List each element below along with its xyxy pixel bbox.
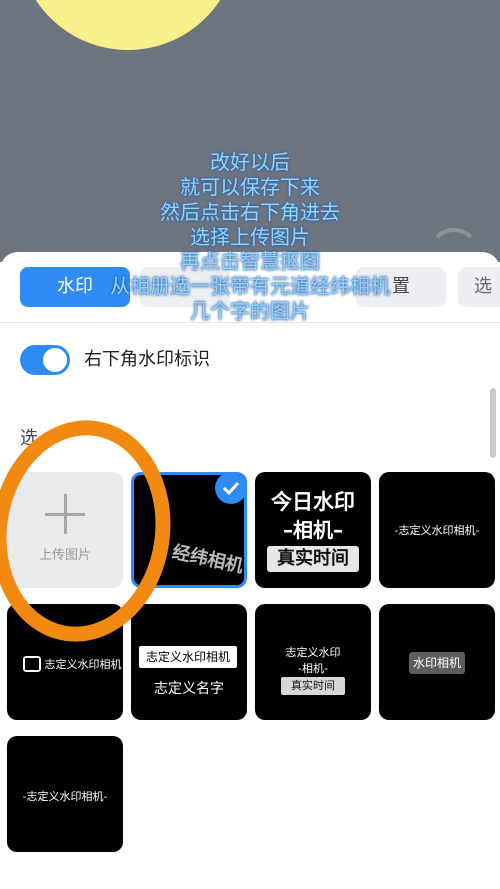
template-text: 经纬相机 (170, 541, 246, 578)
scrollbar[interactable] (490, 388, 496, 458)
template-badge: 水印相机 (409, 652, 465, 674)
template-tile-today[interactable]: 今日水印 –相机– 真实时间 (255, 472, 371, 588)
overlay-caption: 从相册选一张带有元道经纬相机 (110, 274, 390, 298)
overlay-caption: 再点击智慧抠图 (180, 249, 320, 273)
template-line: -相机- (298, 662, 328, 675)
template-box: 志定义水印相机 (139, 646, 237, 668)
overlay-caption: 然后点击右下角进去 (160, 200, 340, 224)
overlay-caption: 改好以后 (210, 150, 290, 174)
template-line: 今日水印 (271, 490, 355, 514)
template-tile[interactable]: 志定义水印相机 志定义名字 (131, 604, 247, 720)
template-text: -志定义水印相机- (394, 524, 480, 537)
template-tile[interactable]: -志定义水印相机- (7, 736, 123, 852)
toggle-knob (43, 348, 67, 372)
template-name: 志定义名字 (154, 681, 224, 697)
watermark-toggle[interactable] (20, 345, 70, 375)
overlay-caption: 几个字的图片 (190, 299, 310, 323)
overlay-caption: 就可以保存下来 (180, 175, 320, 199)
overlay-caption: 选择上传图片 (190, 225, 310, 249)
template-text: -志定义水印相机- (22, 790, 108, 803)
template-tile[interactable]: -志定义水印相机- (379, 472, 495, 588)
template-tile[interactable]: 志定义水印 -相机- 真实时间 (255, 604, 371, 720)
template-badge: 真实时间 (281, 677, 345, 695)
template-tile[interactable]: 水印相机 (379, 604, 495, 720)
template-text: 志定义水印相机 (44, 658, 122, 671)
template-line: 志定义水印 (285, 646, 341, 659)
check-icon (215, 475, 244, 504)
template-line: –相机– (283, 518, 343, 542)
template-badge: 真实时间 (267, 546, 359, 572)
sun-shape (18, 0, 238, 50)
toggle-label: 右下角水印标识 (84, 349, 210, 370)
